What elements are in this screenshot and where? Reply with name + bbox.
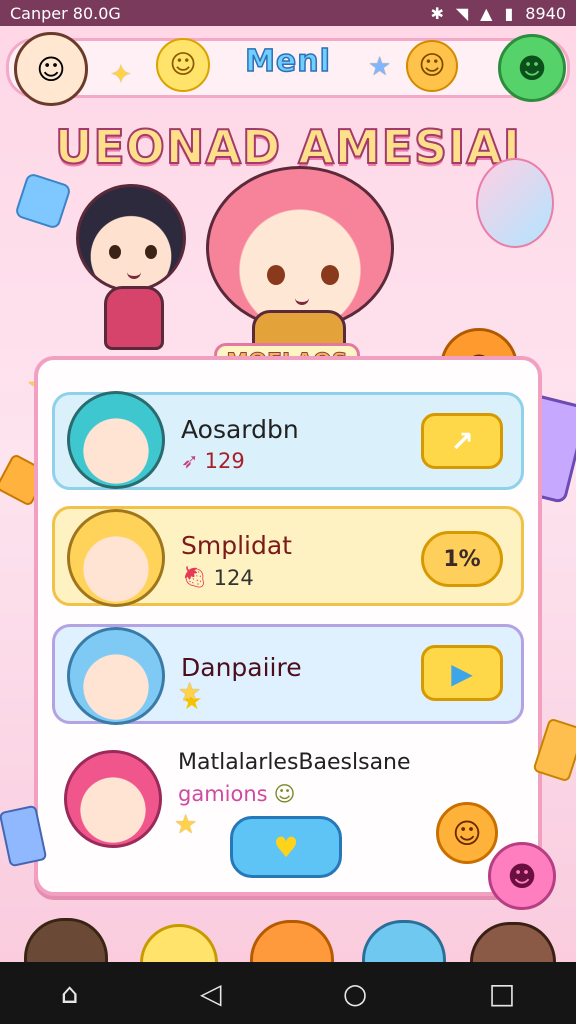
- bluetooth-icon: ✱: [430, 3, 444, 23]
- character-dark-hair-body: [104, 286, 164, 350]
- star-icon: ★: [368, 52, 392, 82]
- list-item-name: Smplidat: [181, 531, 292, 560]
- list-item[interactable]: Danpaiire ★ ▶: [52, 624, 524, 725]
- character-dark-hair-head: [76, 184, 186, 292]
- list-item-name: Aosardbn: [181, 415, 299, 444]
- pink-fruit-mascot-icon: ☻: [488, 842, 556, 910]
- list-item-meta: 124: [213, 565, 254, 590]
- battery-icon: ▮: [504, 3, 514, 23]
- chat-smiley-icon[interactable]: ☻: [498, 34, 566, 102]
- signal-icon: ▲: [480, 3, 493, 23]
- orange-smiley-icon: ☺: [436, 802, 498, 864]
- status-bar: Canper 80.0G ✱ ◥ ▲ ▮ 8940: [0, 0, 576, 26]
- smile-icon: ☺: [273, 782, 296, 806]
- star-icon: ✦: [110, 60, 132, 90]
- play-icon: ▶: [451, 656, 473, 690]
- list-item-meta: 129: [204, 449, 245, 473]
- star-icon: ★: [178, 678, 202, 708]
- system-nav-bar: ⌂ ◁ ○ □: [0, 962, 576, 1024]
- cube-icon: [14, 172, 72, 230]
- recents-icon[interactable]: □: [489, 977, 515, 1010]
- star-icon: ★: [174, 810, 198, 840]
- character-pink-hair-head: [206, 166, 394, 330]
- character-avatar-teal: [67, 391, 165, 489]
- cloud-badge-button[interactable]: 1%: [421, 531, 503, 587]
- balloon-icon: [476, 158, 554, 248]
- status-right-text: 8940: [525, 3, 566, 23]
- character-avatar-pink: [64, 750, 162, 848]
- play-button[interactable]: ▶: [421, 645, 503, 701]
- home-icon[interactable]: ⌂: [61, 977, 79, 1010]
- circle-home-icon[interactable]: ○: [343, 977, 367, 1010]
- character-avatar-blue: [67, 627, 165, 725]
- list-item-name: MatlalarlesBaeslsane: [178, 750, 411, 775]
- cloud-badge-icon: 1%: [443, 546, 481, 572]
- arrow-right-button[interactable]: ↗: [421, 413, 503, 469]
- arrow-icon: ➶: [181, 449, 199, 473]
- arrow-right-icon: ↗: [450, 424, 474, 458]
- status-left-text: Canper 80.0G: [10, 3, 121, 23]
- list-item[interactable]: Aosardbn ➶ 129 ↗: [52, 391, 524, 490]
- menu-title: Menl: [244, 43, 331, 80]
- character-avatar-blonde: [67, 509, 165, 607]
- orange-smiley-icon: ☺: [406, 40, 458, 92]
- heart-button[interactable]: ♥: [230, 816, 342, 878]
- wifi-icon: ◥: [455, 3, 469, 23]
- list-item-meta: gamions: [178, 782, 268, 806]
- list-item[interactable]: Smplidat 🍓︎ 124 1%: [52, 506, 524, 607]
- back-icon[interactable]: ◁: [200, 977, 222, 1010]
- strawberry-icon: 🍓︎: [181, 565, 208, 589]
- heart-icon: ♥: [273, 830, 299, 864]
